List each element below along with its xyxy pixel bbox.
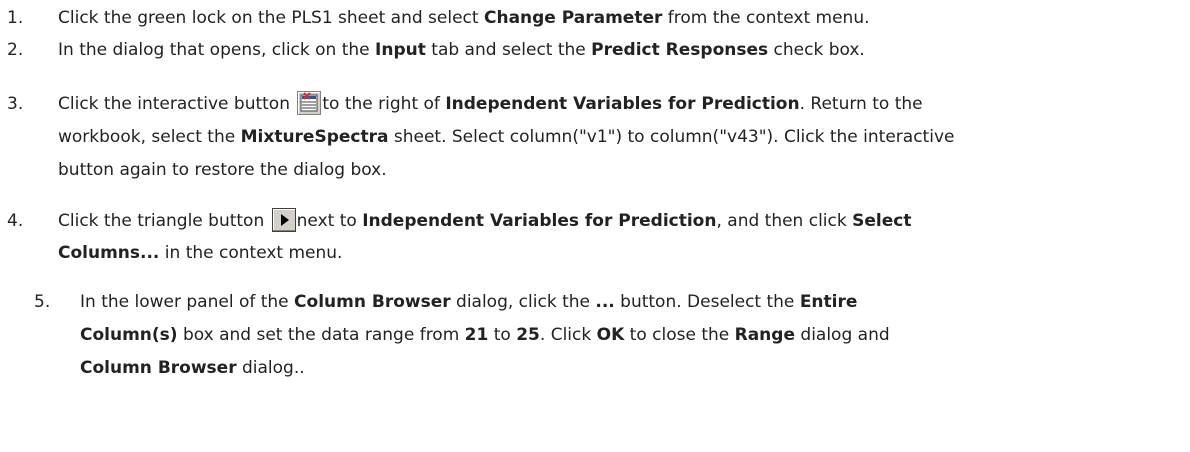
step-text-line: button again to restore the dialog box. [58,154,387,186]
step-text: from the context menu. [662,8,870,28]
step-number: 2. [7,40,24,60]
step-text-line: In the lower panel of the Column Browser… [80,286,857,318]
step-text-line: Click the triangle button next to Indepe… [58,205,911,237]
bold-term: Input [375,40,426,60]
step-text-line: Click the interactive button to the righ… [58,88,923,120]
step-number: 3. [7,94,24,114]
bold-term: MixtureSpectra [240,127,389,147]
step-number: 5. [34,292,51,312]
step-text-line: Column(s) box and set the data range fro… [80,319,890,351]
step-text: dialog, click the [450,292,596,312]
step-text: in the context menu. [159,243,343,263]
step-text: sheet. Select column("v1") to column("v4… [388,127,955,147]
step-text: Click the triangle button [58,211,270,231]
step-text: to [488,325,517,345]
step-text: Click the green lock on the PLS1 sheet a… [58,8,484,28]
bold-term: Independent Variables for Prediction [362,211,717,231]
step-text: to close the [624,325,735,345]
bold-term: Select [852,211,912,231]
bold-term: ... [595,292,615,312]
step-text: . Return to the [799,94,923,114]
step-text: dialog and [795,325,890,345]
step-text: In the dialog that opens, click on the [58,40,376,60]
step-text-line: Columns... in the context menu. [58,237,342,269]
interactive-select-icon [297,91,322,115]
step-text-line: Click the green lock on the PLS1 sheet a… [58,2,870,34]
triangle-right-icon [271,208,296,232]
step-text: next to [296,211,363,231]
step-number: 1. [7,8,24,28]
bold-term: 25 [516,325,540,345]
step-text: tab and select the [425,40,592,60]
step-text-line: In the dialog that opens, click on the I… [58,34,865,66]
step-text: In the lower panel of the [80,292,295,312]
bold-term: Range [734,325,795,345]
step-text: button again to restore the dialog box. [58,160,387,180]
bold-term: Independent Variables for Prediction [445,94,800,114]
bold-term: 21 [464,325,489,345]
step-text: , and then click [716,211,853,231]
step-text: check box. [768,40,865,60]
step-text-line: Column Browser dialog.. [80,352,305,384]
bold-term: Column Browser [80,358,237,378]
step-text: . Click [539,325,597,345]
bold-term: Column(s) [80,325,178,345]
step-text: box and set the data range from [177,325,465,345]
step-text: Click the interactive button [58,94,296,114]
bold-term: OK [596,325,625,345]
bold-term: Change Parameter [483,8,663,28]
bold-term: Column Browser [294,292,451,312]
bold-term: Entire [799,292,858,312]
bold-term: Predict Responses [591,40,769,60]
step-text-line: workbook, select the MixtureSpectra shee… [58,121,954,153]
step-number: 4. [7,211,24,231]
step-text: to the right of [322,94,446,114]
step-text: workbook, select the [58,127,241,147]
bold-term: Columns... [58,243,160,263]
step-text: button. Deselect the [614,292,800,312]
step-text: dialog.. [236,358,305,378]
